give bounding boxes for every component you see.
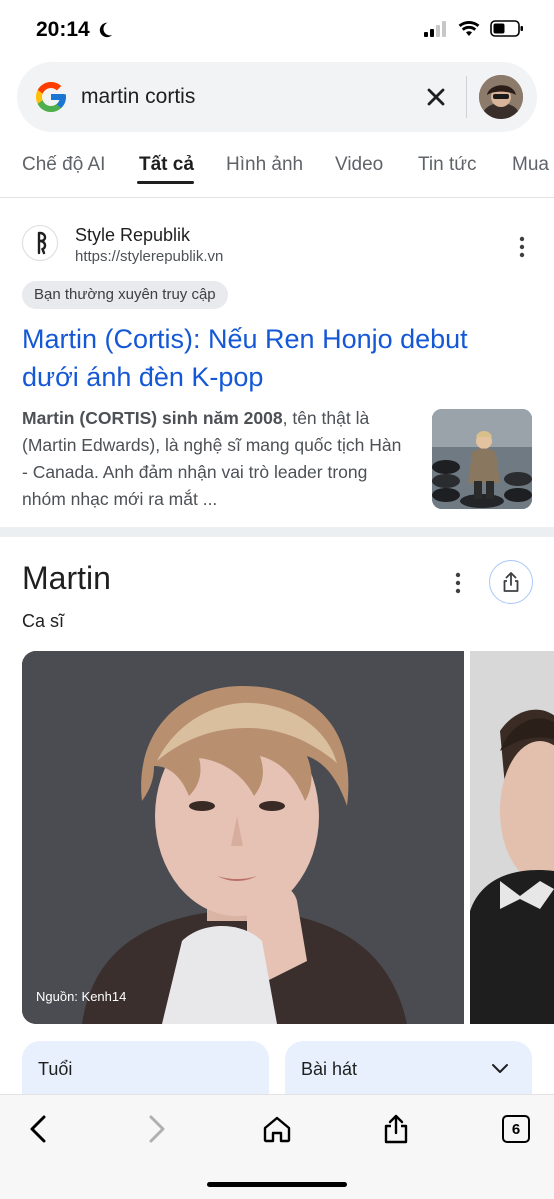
avatar-image xyxy=(479,75,523,119)
status-icons xyxy=(424,20,524,37)
cellular-signal-icon xyxy=(424,20,446,37)
account-avatar[interactable] xyxy=(479,75,523,119)
result-thumbnail[interactable] xyxy=(432,409,532,509)
google-logo-icon xyxy=(36,82,66,112)
chevron-down-icon xyxy=(492,1064,508,1073)
site-favicon-icon xyxy=(22,225,58,261)
chevron-left-icon xyxy=(30,1115,46,1143)
main-photo[interactable]: Nguồn: Kenh14 xyxy=(22,651,464,1024)
share-button[interactable] xyxy=(489,560,533,604)
knowledge-panel-title: Martin xyxy=(22,560,111,596)
chevron-right-icon xyxy=(149,1115,165,1143)
tab-news[interactable]: Tin tức xyxy=(418,154,476,176)
tab-images[interactable]: Hình ảnh xyxy=(226,154,303,176)
tab-ai-mode[interactable]: Chế độ AI xyxy=(22,154,105,176)
search-result: Style Republik https://stylerepublik.vn … xyxy=(0,199,554,527)
status-bar: 20:14 xyxy=(0,0,554,58)
tabs-button[interactable]: 6 xyxy=(496,1109,536,1149)
site-url[interactable]: https://stylerepublik.vn xyxy=(75,248,223,265)
moon-icon xyxy=(99,22,112,38)
active-tab-indicator xyxy=(137,181,194,184)
visited-badge: Bạn thường xuyên truy cập xyxy=(22,281,228,309)
battery-icon xyxy=(490,20,523,37)
home-icon xyxy=(263,1116,291,1143)
tab-count-icon: 6 xyxy=(502,1115,530,1143)
search-divider xyxy=(466,76,467,118)
more-options-icon[interactable] xyxy=(512,235,532,259)
age-chip[interactable]: Tuổi xyxy=(22,1041,269,1101)
secondary-image xyxy=(470,651,554,1024)
secondary-photo[interactable] xyxy=(470,651,554,1024)
panel-more-options-icon[interactable] xyxy=(448,570,468,596)
snippet-highlight: Martin (CORTIS) sinh năm 2008 xyxy=(22,408,283,428)
search-input[interactable]: martin cortis xyxy=(81,85,195,109)
search-bar[interactable]: martin cortis xyxy=(17,62,537,132)
share-page-button[interactable] xyxy=(376,1109,416,1149)
status-time: 20:14 xyxy=(36,18,114,42)
search-tabs: Chế độ AI Tất cả Hình ảnh Video Tin tức … xyxy=(0,138,554,198)
close-icon xyxy=(427,88,445,106)
result-title-link[interactable]: Martin (Cortis): Nếu Ren Honjo debut dướ… xyxy=(22,320,522,396)
share-icon xyxy=(384,1114,408,1144)
home-button[interactable] xyxy=(257,1109,297,1149)
section-divider xyxy=(0,527,554,537)
clear-search-button[interactable] xyxy=(421,82,451,112)
knowledge-panel-subtitle: Ca sĩ xyxy=(22,611,65,631)
browser-toolbar: 6 xyxy=(0,1094,554,1199)
wifi-icon xyxy=(458,20,480,36)
forward-button[interactable] xyxy=(137,1109,177,1149)
thumbnail-image xyxy=(432,409,532,509)
songs-chip[interactable]: Bài hát xyxy=(285,1041,532,1101)
tab-shopping[interactable]: Mua xyxy=(512,154,549,176)
songs-chip-label: Bài hát xyxy=(301,1059,358,1079)
back-button[interactable] xyxy=(18,1109,58,1149)
photo-credit: Nguồn: Kenh14 xyxy=(36,989,127,1004)
share-icon xyxy=(503,572,519,592)
home-indicator xyxy=(207,1182,347,1187)
site-name[interactable]: Style Republik xyxy=(75,225,190,246)
clock-text: 20:14 xyxy=(36,18,90,41)
tab-all[interactable]: Tất cả xyxy=(139,154,194,176)
portrait-image xyxy=(22,651,464,1024)
age-chip-label: Tuổi xyxy=(38,1059,73,1079)
tab-videos[interactable]: Video xyxy=(335,154,383,176)
result-snippet: Martin (CORTIS) sinh năm 2008, tên thật … xyxy=(22,405,402,513)
tab-count: 6 xyxy=(511,1120,521,1138)
